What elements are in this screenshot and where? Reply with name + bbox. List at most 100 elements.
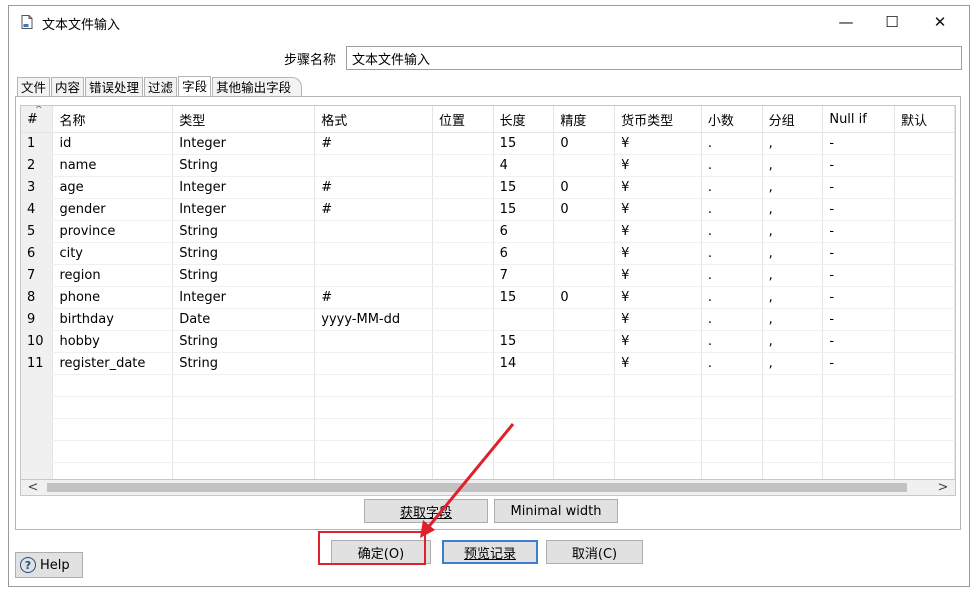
table-cell[interactable]: -	[822, 220, 896, 243]
table-cell[interactable]	[822, 374, 896, 397]
table-cell[interactable]: 5	[21, 220, 54, 243]
table-cell[interactable]: -	[822, 132, 896, 155]
table-cell[interactable]: .	[701, 352, 763, 375]
table-cell[interactable]	[553, 330, 616, 353]
table-cell[interactable]: register_date	[52, 352, 174, 375]
table-cell[interactable]	[822, 396, 896, 419]
table-cell[interactable]	[314, 396, 433, 419]
table-cell[interactable]	[432, 374, 494, 397]
table-row[interactable]: 11 register_date String 14 ¥., -	[21, 352, 955, 375]
table-cell[interactable]: ,	[762, 352, 824, 375]
table-cell[interactable]	[172, 440, 316, 463]
table-cell[interactable]	[894, 396, 955, 419]
horizontal-scrollbar[interactable]: < >	[20, 479, 956, 496]
table-cell[interactable]: ,	[762, 330, 824, 353]
table-cell[interactable]: ,	[762, 286, 824, 309]
table-cell[interactable]: ¥	[614, 286, 702, 309]
table-cell[interactable]	[52, 374, 174, 397]
table-cell[interactable]: ¥	[614, 308, 702, 331]
table-cell[interactable]: hobby	[52, 330, 174, 353]
table-cell[interactable]: -	[822, 154, 896, 177]
fields-table[interactable]: # ^ 名称 类型 格式 位置 长度 精度 货币类型 小数 分组 Null if 默认 1 id Integ…	[20, 105, 956, 480]
table-cell[interactable]	[701, 440, 763, 463]
table-cell[interactable]	[432, 176, 494, 199]
table-cell[interactable]: ,	[762, 132, 824, 155]
table-cell[interactable]	[21, 462, 54, 479]
tab-content[interactable]: 内容	[51, 77, 85, 96]
table-cell[interactable]	[432, 308, 494, 331]
table-cell[interactable]: 11	[21, 352, 54, 375]
table-cell[interactable]: ¥	[614, 352, 702, 375]
table-cell[interactable]	[172, 374, 316, 397]
step-name-input[interactable]	[346, 46, 962, 70]
table-cell[interactable]	[432, 286, 494, 309]
column-header[interactable]: Null if	[822, 106, 896, 133]
table-cell[interactable]	[553, 154, 616, 177]
table-cell[interactable]	[553, 440, 616, 463]
get-fields-button[interactable]: 获取字段	[364, 499, 488, 523]
table-cell[interactable]	[614, 374, 702, 397]
table-cell[interactable]	[614, 462, 702, 479]
table-cell[interactable]: ,	[762, 176, 824, 199]
table-cell[interactable]: ¥	[614, 176, 702, 199]
table-cell[interactable]: String	[172, 352, 316, 375]
table-cell[interactable]: Integer	[172, 198, 316, 221]
table-cell[interactable]: ¥	[614, 132, 702, 155]
table-row[interactable]: 5 province String 6 ¥., -	[21, 220, 955, 243]
table-cell[interactable]	[172, 396, 316, 419]
table-cell[interactable]	[762, 440, 824, 463]
table-cell[interactable]: ¥	[614, 220, 702, 243]
table-cell[interactable]: id	[52, 132, 174, 155]
table-cell[interactable]: ,	[762, 308, 824, 331]
minimize-button[interactable]: —	[823, 6, 869, 38]
table-cell[interactable]	[21, 374, 54, 397]
table-cell[interactable]: #	[314, 132, 433, 155]
table-cell[interactable]: #	[314, 286, 433, 309]
table-cell[interactable]: -	[822, 352, 896, 375]
table-cell[interactable]: 3	[21, 176, 54, 199]
table-cell[interactable]	[493, 462, 555, 479]
maximize-button[interactable]: ☐	[869, 6, 915, 38]
column-header[interactable]: 默认	[894, 106, 955, 133]
table-cell[interactable]	[432, 396, 494, 419]
table-cell[interactable]: 14	[493, 352, 555, 375]
table-cell[interactable]: String	[172, 330, 316, 353]
empty-table-row[interactable]	[21, 418, 955, 441]
table-cell[interactable]	[432, 440, 494, 463]
table-cell[interactable]	[894, 132, 955, 155]
table-cell[interactable]: ,	[762, 220, 824, 243]
table-cell[interactable]: gender	[52, 198, 174, 221]
table-cell[interactable]	[553, 264, 616, 287]
table-cell[interactable]	[894, 242, 955, 265]
table-cell[interactable]: 15	[493, 176, 555, 199]
table-cell[interactable]	[894, 286, 955, 309]
table-cell[interactable]: province	[52, 220, 174, 243]
table-cell[interactable]	[314, 264, 433, 287]
table-cell[interactable]: region	[52, 264, 174, 287]
table-cell[interactable]	[894, 264, 955, 287]
table-cell[interactable]: 15	[493, 132, 555, 155]
table-cell[interactable]: Date	[172, 308, 316, 331]
column-header[interactable]: 长度	[493, 106, 555, 133]
column-header[interactable]: 格式	[314, 106, 433, 133]
table-cell[interactable]: -	[822, 330, 896, 353]
table-cell[interactable]: String	[172, 264, 316, 287]
table-cell[interactable]	[614, 440, 702, 463]
table-cell[interactable]	[432, 462, 494, 479]
table-cell[interactable]	[553, 352, 616, 375]
table-cell[interactable]	[553, 308, 616, 331]
table-cell[interactable]: .	[701, 330, 763, 353]
table-cell[interactable]	[701, 462, 763, 479]
tab-fields[interactable]: 字段	[178, 76, 212, 97]
table-cell[interactable]: #	[314, 176, 433, 199]
table-cell[interactable]	[314, 418, 433, 441]
table-cell[interactable]: yyyy-MM-dd	[314, 308, 433, 331]
table-cell[interactable]	[432, 154, 494, 177]
table-cell[interactable]: 2	[21, 154, 54, 177]
table-row[interactable]: 10 hobby String 15 ¥., -	[21, 330, 955, 353]
table-cell[interactable]	[432, 132, 494, 155]
table-cell[interactable]: Integer	[172, 176, 316, 199]
table-cell[interactable]	[314, 154, 433, 177]
column-header[interactable]: 类型	[172, 106, 316, 133]
table-cell[interactable]	[432, 352, 494, 375]
